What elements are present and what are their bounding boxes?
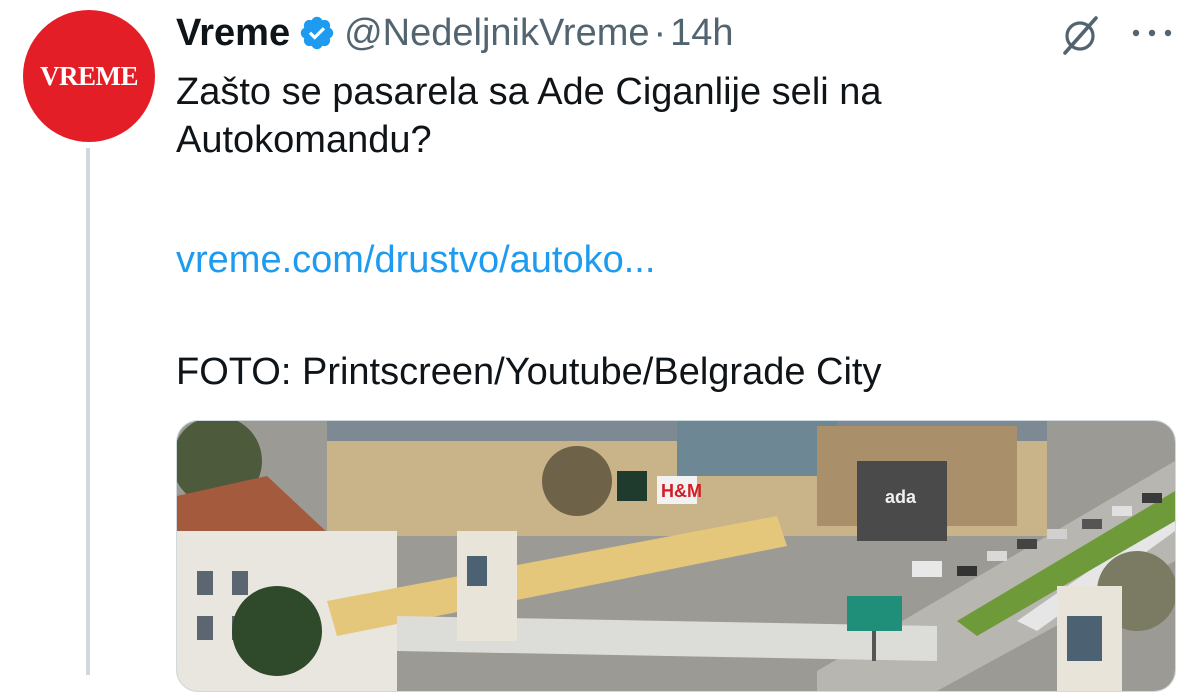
more-icon[interactable] <box>1130 22 1174 44</box>
tweet-text: Zašto se pasarela sa Ade Ciganlije seli … <box>176 71 882 161</box>
user-handle[interactable]: @NedeljnikVreme <box>344 12 649 55</box>
grok-icon[interactable] <box>1058 14 1102 58</box>
avatar[interactable]: VREME <box>23 10 155 142</box>
verified-badge-icon <box>300 16 334 50</box>
display-name[interactable]: Vreme <box>176 12 290 55</box>
hm-sign: H&M <box>661 481 702 501</box>
avatar-logo-text: VREME <box>40 60 139 91</box>
tweet-media-image[interactable]: H&M ada <box>176 420 1176 692</box>
aerial-photo: H&M ada <box>177 421 1175 691</box>
tweet-header: Vreme @NedeljnikVreme · 14h <box>176 10 734 56</box>
tweet-link[interactable]: vreme.com/drustvo/autoko... <box>176 236 655 284</box>
thread-line <box>86 148 90 675</box>
ada-sign: ada <box>885 487 917 507</box>
separator-dot: · <box>653 11 667 54</box>
photo-credit: FOTO: Printscreen/Youtube/Belgrade City <box>176 351 882 393</box>
tweet-timestamp[interactable]: 14h <box>670 12 733 55</box>
